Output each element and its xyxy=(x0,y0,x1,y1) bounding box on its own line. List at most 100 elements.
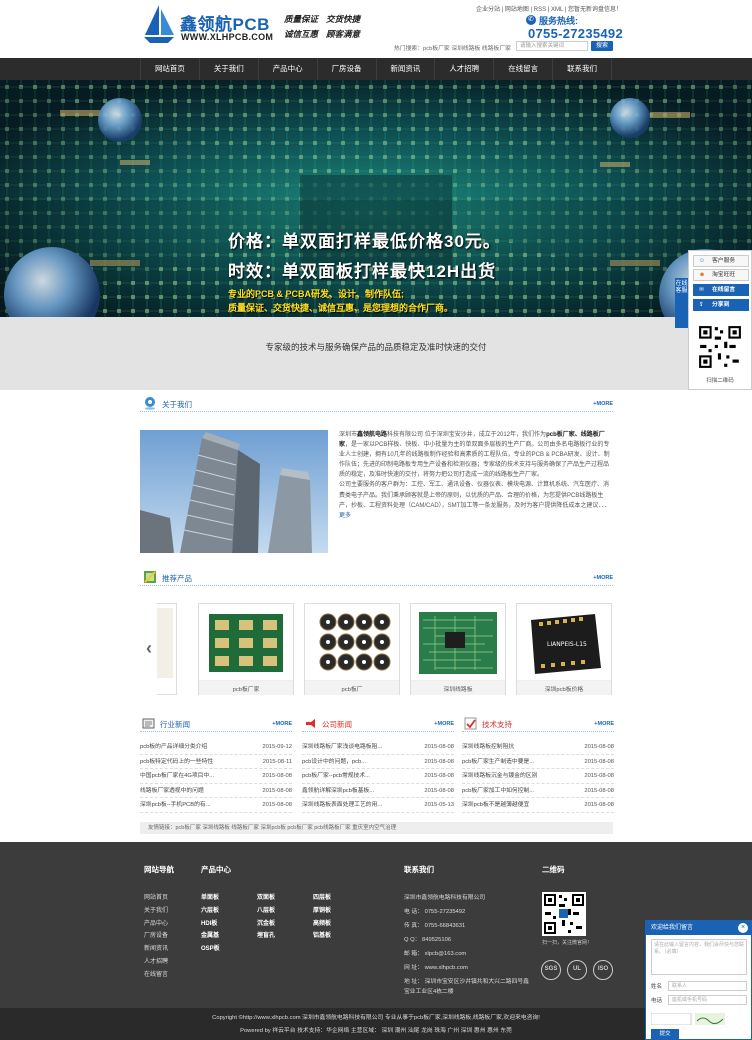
product-caption[interactable]: pcb板厂 xyxy=(305,680,399,695)
footer-product-link[interactable]: 埋盲孔 xyxy=(257,930,313,943)
taobao-wangwang-button[interactable]: ☻ 淘宝旺旺 xyxy=(693,269,749,281)
nav-contact[interactable]: 联系我们 xyxy=(553,58,612,80)
footer-nav-link[interactable]: 在线留言 xyxy=(144,969,168,982)
nav-products[interactable]: 产品中心 xyxy=(259,58,318,80)
news-item[interactable]: pcb板厂家--pcb常规技术... 2015-08-08 xyxy=(302,769,454,784)
news-item[interactable]: pcb板厂家加工中如何控制... 2015-08-08 xyxy=(462,784,614,799)
online-service-tab[interactable]: 在线客服 xyxy=(675,278,688,328)
captcha-image[interactable] xyxy=(651,1013,747,1025)
certification-badges: SGS UL ISO xyxy=(541,960,613,980)
ul-badge-icon: UL xyxy=(567,960,587,980)
footer-product-link[interactable]: 金属基 xyxy=(201,930,257,943)
footer-nav-link[interactable]: 关于我们 xyxy=(144,905,168,918)
share-button[interactable]: ⇪ 分享到 xyxy=(693,299,749,311)
company-news-more[interactable]: +MORE xyxy=(434,721,454,727)
nav-jobs[interactable]: 人才招聘 xyxy=(435,58,495,80)
product-card[interactable]: pcb板厂家 xyxy=(198,603,294,695)
tech-support-more[interactable]: +MORE xyxy=(594,721,614,727)
footer-nav-link[interactable]: 网站首页 xyxy=(144,892,168,905)
news-item[interactable]: 深圳pcb板--手机PCB的有... 2015-08-08 xyxy=(140,798,292,813)
search-button[interactable]: 搜索 xyxy=(591,41,613,51)
about-more-link[interactable]: +MORE xyxy=(593,401,613,407)
news-item[interactable]: 鑫领航详解深圳pcb板基板... 2015-08-08 xyxy=(302,784,454,799)
nav-factory[interactable]: 厂房设备 xyxy=(318,58,377,80)
footer-product-link[interactable]: 沉金板 xyxy=(257,918,313,931)
contact-address: 地 址： 深圳市宝安区沙井镇共和大兴二路四号鑫宝业工业区4栋二楼 xyxy=(404,979,529,995)
footer-product-link[interactable]: 单面板 xyxy=(201,892,257,905)
news-item[interactable]: 中国pcb板厂家在4G项目中... 2015-08-08 xyxy=(140,769,292,784)
product-caption[interactable]: 深圳线路板 xyxy=(411,680,505,695)
product-card-partial[interactable] xyxy=(157,603,177,695)
products-icon xyxy=(144,571,156,583)
footer-product-link[interactable]: OSP板 xyxy=(201,943,257,956)
news-item[interactable]: pcb板特定代码上的一些特性 2015-08-11 xyxy=(140,755,292,770)
top-links[interactable]: 企业分站 | 网站地图 | RSS | XML | 您暂无新询盘信息！ xyxy=(476,4,622,13)
footer-nav-link[interactable]: 厂房设备 xyxy=(144,930,168,943)
main-nav: 网站首页 关于我们 产品中心 厂房设备 新闻资讯 人才招聘 在线留言 联系我们 xyxy=(0,58,752,80)
industry-news-more[interactable]: +MORE xyxy=(272,721,292,727)
message-textarea[interactable]: 请在此输入留言内容，我们会尽快与您联系。（必填） xyxy=(651,939,747,975)
news-item[interactable]: 深圳线路板厂家浅谈电路板阻... 2015-08-08 xyxy=(302,740,454,755)
news-item[interactable]: pcb板的产品详细分类介绍 2015-09-12 xyxy=(140,740,292,755)
hero-banner[interactable]: 价格：单双面打样最低价格30元。 时效：单双面板打样最快12H出货 专业的PCB… xyxy=(0,80,752,317)
online-message-button[interactable]: ✉ 在线留言 xyxy=(693,284,749,296)
news-item[interactable]: pcb设计中的问题，pcb... 2015-08-08 xyxy=(302,755,454,770)
footer-product-link[interactable]: 双面板 xyxy=(257,892,313,905)
product-card[interactable]: 深圳线路板 xyxy=(410,603,506,695)
contact-website[interactable]: 网 址： www.xlhpcb.com xyxy=(404,961,534,975)
news-item[interactable]: 深圳线路板控制阻抗 2015-08-08 xyxy=(462,740,614,755)
hot-search-links[interactable]: 热门搜索：pcb板厂家 深圳线路板 线路板厂家 xyxy=(394,43,511,52)
about-more-text-link[interactable]: 更多 xyxy=(339,513,351,519)
product-caption[interactable]: 深圳pcb板价格 xyxy=(517,680,611,695)
footer-product-link[interactable]: HDI板 xyxy=(201,918,257,931)
banner-headline-time: 时效：单双面板打样最快12H出货 xyxy=(228,262,497,281)
footer-product-link[interactable]: 四层板 xyxy=(313,892,353,905)
footer-product-link[interactable]: 八层板 xyxy=(257,905,313,918)
search-input[interactable]: 请输入搜索关键词 xyxy=(516,41,588,51)
footer-product-link[interactable]: 铝基板 xyxy=(313,930,353,943)
news-item[interactable]: pcb板厂家生产制造中要是... 2015-08-08 xyxy=(462,755,614,770)
powered-by-text[interactable]: Powered by 祥云平台 技术支持：华企网络 主营区域： 深圳 潮州 汕尾… xyxy=(0,1025,752,1034)
close-icon[interactable]: × xyxy=(738,923,748,933)
footer-nav-link[interactable]: 产品中心 xyxy=(144,918,168,931)
customer-service-button[interactable]: ☺ 客户服务 xyxy=(693,255,749,267)
news-item[interactable]: 深圳pcb板不是越薄越便宜 2015-08-08 xyxy=(462,798,614,813)
news-item[interactable]: 深圳线路板沉金与镀金的区别 2015-08-08 xyxy=(462,769,614,784)
nav-news[interactable]: 新闻资讯 xyxy=(377,58,436,80)
footer-product-link[interactable]: 高频板 xyxy=(313,918,353,931)
qr-scan-caption: 扫描二维码 xyxy=(706,378,734,384)
products-more-link[interactable]: +MORE xyxy=(593,575,613,581)
pcb-dense-board-image xyxy=(415,608,501,678)
tech-support-column: 技术支持 +MORE 深圳线路板控制阻抗 2015-08-08 pcb板厂家生产制… xyxy=(462,716,614,813)
footer-product-link[interactable]: 厚铜板 xyxy=(313,905,353,918)
banner-headline-price: 价格：单双面打样最低价格30元。 xyxy=(228,232,501,251)
products-header: 推荐产品 +MORE xyxy=(140,570,613,586)
phone-input[interactable]: 座机或手机号码 xyxy=(668,995,747,1005)
svg-text:LIANPEIS-L15: LIANPEIS-L15 xyxy=(547,641,587,648)
product-card[interactable]: pcb板厂 xyxy=(304,603,400,695)
site-footer: 网站导航 产品中心 联系我们 二维码 网站首页 关于我们 产品中心 厂房设备 新… xyxy=(0,842,752,1008)
news-item[interactable]: 深圳线路板表面处理工艺的用... 2015-05-13 xyxy=(302,798,454,813)
slogan: 质量保证 交货快捷 诚信互惠 顾客满意 xyxy=(284,13,374,43)
friend-links[interactable]: 友情链接：pcb板厂家 深圳线路板 线路板厂家 深圳pcb板 pcb板厂家 pc… xyxy=(140,822,613,834)
nav-message[interactable]: 在线留言 xyxy=(494,58,554,80)
footer-nav-link[interactable]: 新闻资讯 xyxy=(144,943,168,956)
online-service-panel: ☺ 客户服务 ☻ 淘宝旺旺 ✉ 在线留言 ⇪ 分享到 扫描二维码 xyxy=(688,250,752,390)
footer-nav-link[interactable]: 人才招聘 xyxy=(144,956,168,969)
product-caption[interactable]: pcb板厂家 xyxy=(199,680,293,695)
product-card[interactable]: LIANPEIS-L15 深圳pcb板价格 xyxy=(516,603,612,695)
nav-home[interactable]: 网站首页 xyxy=(140,58,200,80)
pcb-round-boards-image xyxy=(309,608,395,678)
slogan-item: 交货快捷 xyxy=(326,15,361,25)
nav-about[interactable]: 关于我们 xyxy=(200,58,259,80)
logo-sail-icon[interactable] xyxy=(142,5,176,45)
headset-icon: ☺ xyxy=(699,258,705,264)
product-carousel: pcb板厂家 pcb板厂 深圳线路板 LIANPEIS-L15 深圳pcb板价格 xyxy=(157,603,612,695)
submit-button[interactable]: 提交 xyxy=(651,1029,679,1039)
carousel-prev-arrow-icon[interactable]: ‹ xyxy=(146,638,152,659)
footer-product-link[interactable]: 六层板 xyxy=(201,905,257,918)
name-input[interactable]: 联系人 xyxy=(668,981,747,991)
about-header: 关于我们 +MORE xyxy=(140,396,613,412)
contact-email[interactable]: 邮 箱： xlpcb@163.com xyxy=(404,947,534,961)
news-item[interactable]: 线路板厂家透视中的问题 2015-08-08 xyxy=(140,784,292,799)
